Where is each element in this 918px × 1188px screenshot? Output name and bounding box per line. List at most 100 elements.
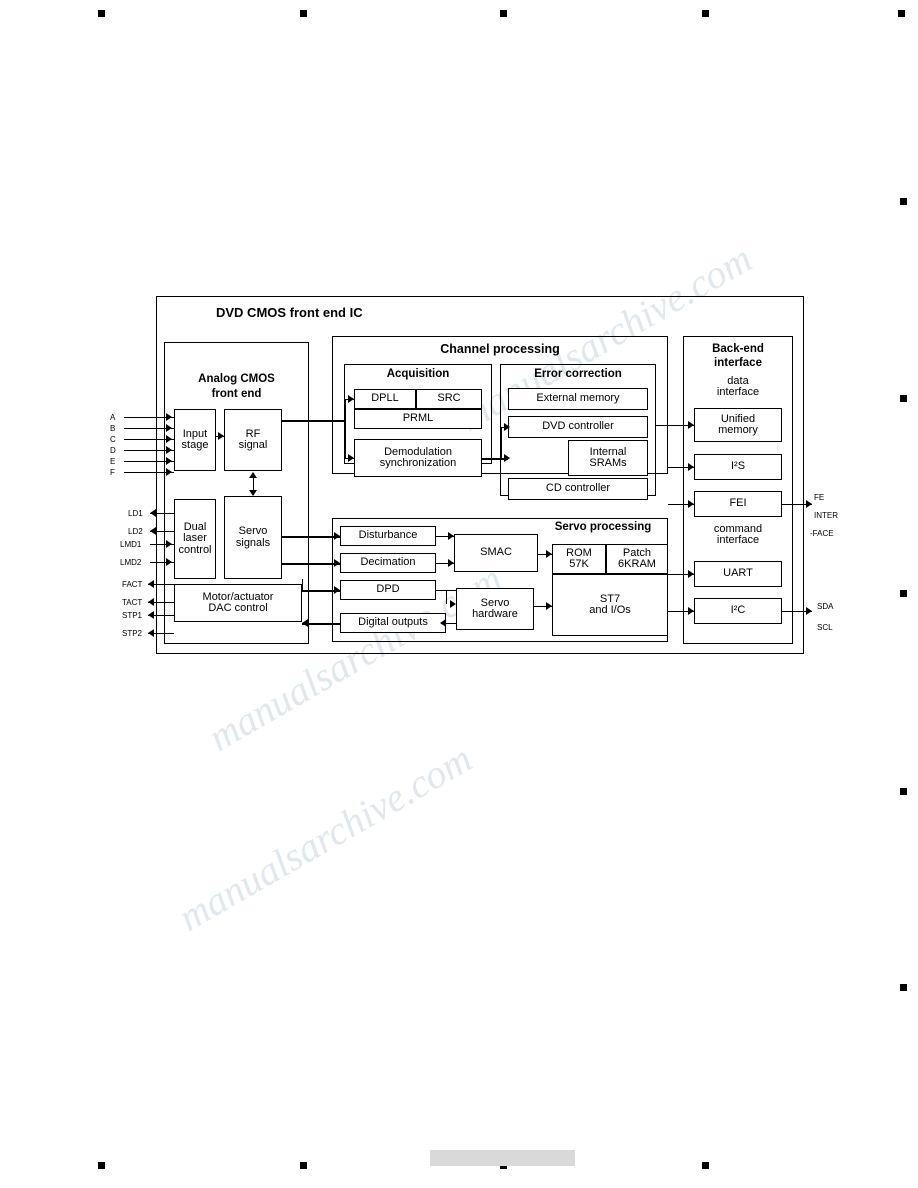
connector: [302, 579, 303, 591]
pin-label-lmd2: LMD2: [120, 558, 142, 567]
arrow-icon: [166, 540, 172, 548]
arrow-icon: [166, 435, 172, 443]
registration-mark: [702, 10, 709, 17]
arrow-icon: [166, 424, 172, 432]
arrow-icon: [448, 559, 454, 567]
arrow-icon: [249, 490, 257, 496]
arrow-icon: [448, 532, 454, 540]
connector: [344, 399, 346, 421]
pin-label-e: E: [110, 457, 116, 466]
decimation-block: Decimation: [340, 553, 436, 573]
arrow-icon: [688, 463, 694, 471]
footer-bar: [430, 1150, 575, 1166]
connector: [282, 563, 340, 565]
arrow-icon: [688, 607, 694, 615]
pin-label-a: A: [110, 413, 116, 422]
connector: [282, 420, 344, 422]
pin-label-stp1: STP1: [122, 611, 143, 620]
pin-label-d: D: [110, 446, 116, 455]
pin-label-stp2: STP2: [122, 629, 143, 638]
arrow-icon: [249, 472, 257, 478]
connector: [500, 427, 502, 460]
demodulation-sync-block: Demodulation synchronization: [354, 439, 482, 477]
arrow-icon: [166, 558, 172, 566]
rom-block: ROM 57K: [552, 544, 606, 574]
connector: [344, 421, 346, 458]
pin-label-scl: SCL: [817, 623, 833, 632]
pin-label-face: -FACE: [810, 529, 834, 538]
pin-label-fe: FE: [814, 493, 825, 502]
arrow-icon: [546, 602, 552, 610]
pin-label-tact: TACT: [122, 598, 143, 607]
prml-block: PRML: [354, 409, 482, 429]
arrow-icon: [334, 532, 340, 540]
watermark-text: manualsarchive.com: [170, 735, 480, 940]
command-interface-label: command interface: [713, 523, 763, 547]
registration-mark: [98, 10, 105, 17]
rf-signal-block: RF signal: [224, 409, 282, 471]
patch-ram-block: Patch 6KRAM: [606, 544, 668, 574]
registration-mark: [900, 590, 907, 597]
arrow-icon: [150, 527, 156, 535]
dvd-controller-block: DVD controller: [508, 416, 648, 438]
input-stage-block: Input stage: [174, 409, 216, 471]
pin-label-sda: SDA: [817, 602, 834, 611]
arrow-icon: [166, 468, 172, 476]
registration-mark: [98, 1162, 105, 1169]
arrow-icon: [450, 600, 456, 608]
registration-mark: [900, 788, 907, 795]
registration-mark: [702, 1162, 709, 1169]
src-block: SRC: [416, 389, 482, 409]
arrow-icon: [546, 550, 552, 558]
arrow-icon: [504, 423, 510, 431]
motor-actuator-dac-block: Motor/actuator DAC control: [174, 584, 302, 622]
fei-block: FEI: [694, 491, 782, 517]
digital-outputs-block: Digital outputs: [340, 613, 446, 633]
arrow-icon: [148, 629, 154, 637]
arrow-icon: [218, 432, 224, 440]
arrow-icon: [166, 413, 172, 421]
arrow-icon: [504, 454, 510, 462]
arrow-icon: [150, 509, 156, 517]
connector: [282, 536, 340, 538]
registration-mark: [300, 1162, 307, 1169]
pin-label-ld1: LD1: [128, 509, 143, 518]
arrow-icon: [148, 580, 154, 588]
pin-label-c: C: [110, 435, 116, 444]
arrow-icon: [334, 586, 340, 594]
arrow-icon: [166, 457, 172, 465]
page: manualsarchive.com manualsarchive.com ma…: [0, 0, 918, 1188]
arrow-icon: [148, 598, 154, 606]
dpll-block: DPLL: [354, 389, 416, 409]
pin-label-inter: INTER: [814, 511, 838, 520]
arrow-icon: [166, 446, 172, 454]
registration-mark: [898, 10, 905, 17]
arrow-icon: [148, 611, 154, 619]
connector: [446, 623, 456, 624]
pin-label-fact: FACT: [122, 580, 143, 589]
registration-mark: [500, 10, 507, 17]
registration-mark: [900, 198, 907, 205]
st7-block: ST7 and I/Os: [552, 574, 668, 636]
arrow-icon: [348, 454, 354, 462]
dpd-block: DPD: [340, 580, 436, 600]
pin-label-f: F: [110, 468, 115, 477]
arrow-icon: [806, 607, 812, 615]
arrow-icon: [302, 619, 308, 627]
unified-memory-block: Unified memory: [694, 408, 782, 442]
arrow-icon: [348, 395, 354, 403]
registration-mark: [900, 984, 907, 991]
arrow-icon: [688, 500, 694, 508]
registration-mark: [300, 10, 307, 17]
servo-hardware-block: Servo hardware: [456, 588, 534, 630]
analog-front-end-title-2: front end: [211, 388, 262, 400]
backend-title-1: Back-end: [712, 343, 764, 355]
servo-signals-block: Servo signals: [224, 496, 282, 579]
acquisition-title: Acquisition: [386, 368, 450, 380]
arrow-icon: [688, 570, 694, 578]
channel-processing-title: Channel processing: [440, 342, 560, 356]
backend-title-2: interface: [714, 357, 762, 369]
i2s-block: I²S: [694, 454, 782, 480]
registration-mark: [900, 395, 907, 402]
pin-label-ld2: LD2: [128, 527, 143, 536]
